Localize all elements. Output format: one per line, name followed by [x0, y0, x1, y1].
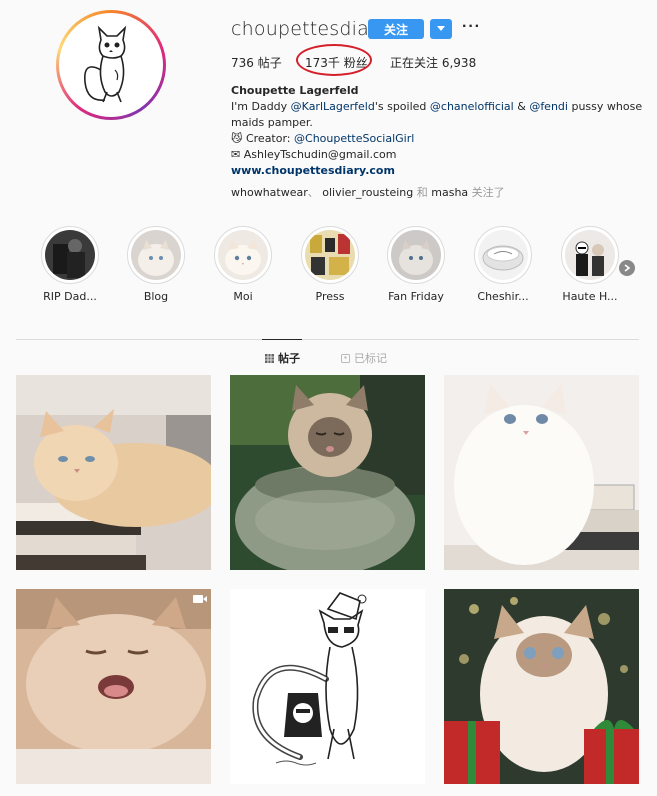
more-options-button[interactable]: ···: [462, 18, 481, 36]
post-thumbnail[interactable]: [230, 589, 425, 784]
highlight-thumbnail: [391, 230, 441, 280]
highlight-rip-dad[interactable]: RIP Dad...: [30, 226, 110, 303]
following-label: 正在关注: [390, 56, 439, 70]
bio-text: &: [513, 100, 530, 113]
bio-text: pussy whose: [567, 100, 643, 113]
and-text: 和: [416, 186, 428, 199]
highlight-thumbnail: [478, 230, 528, 280]
highlight-press[interactable]: Press: [290, 226, 370, 303]
bio-email: ✉ AshleyTschudin@gmail.com: [231, 148, 397, 161]
highlight-label: Press: [315, 290, 345, 303]
separator: 、: [307, 186, 319, 199]
tab-posts[interactable]: 帖子: [265, 350, 300, 366]
posts-stat: 736 帖子: [231, 54, 282, 71]
bio-text: I'm Daddy: [231, 100, 291, 113]
bio-text: 's spoiled: [374, 100, 430, 113]
tab-label: 已标记: [354, 352, 387, 365]
highlight-thumbnail: [565, 230, 615, 280]
mention-link[interactable]: @ChoupetteSocialGirl: [294, 132, 414, 145]
cat-with-gifts-photo: [444, 589, 639, 784]
cat-sketch-icon: [84, 25, 127, 103]
post-thumbnail[interactable]: [444, 589, 639, 784]
posts-count: 736: [231, 56, 254, 70]
profile-full-name: Choupette Lagerfeld: [231, 84, 359, 97]
highlight-thumbnail: [305, 230, 355, 280]
active-tab-indicator: [262, 339, 302, 340]
posts-label: 帖子: [257, 56, 282, 70]
post-thumbnail[interactable]: [444, 375, 639, 570]
tab-tagged[interactable]: 已标记: [341, 350, 387, 366]
cat-in-vase-photo: [230, 375, 425, 570]
highlight-label: Haute H...: [562, 290, 618, 303]
highlight-haute[interactable]: Haute H...: [550, 226, 630, 303]
followed-suffix: 关注了: [471, 186, 505, 199]
caret-down-icon: [437, 26, 445, 31]
mention-link[interactable]: @fendi: [529, 100, 568, 113]
grid-icon: [265, 353, 274, 363]
follower-name: masha: [431, 186, 469, 199]
cat-illustration: [230, 589, 425, 784]
following-stat[interactable]: 正在关注 6,938: [390, 54, 476, 71]
highlight-thumbnail: [131, 230, 181, 280]
yawning-cat-video: [16, 589, 211, 784]
chevron-right-icon: [624, 264, 631, 272]
following-count: 6,938: [441, 56, 477, 70]
suggested-dropdown-button[interactable]: [430, 19, 452, 39]
video-icon: [193, 595, 207, 603]
highlight-blog[interactable]: Blog: [116, 226, 196, 303]
profile-avatar[interactable]: [56, 10, 166, 120]
bio-line-3: 😼 Creator: @ChoupetteSocialGirl: [231, 131, 641, 147]
highlight-label: Moi: [233, 290, 253, 303]
cat-on-books-photo: [16, 375, 211, 570]
bio-text: 😼 Creator:: [231, 132, 295, 145]
white-cat-with-books-photo: [444, 375, 639, 570]
followed-by[interactable]: whowhatwear、 olivier_rousteing 和 masha 关…: [231, 184, 505, 200]
highlight-label: Fan Friday: [388, 290, 444, 303]
highlight-thumbnail: [45, 230, 95, 280]
story-highlights: RIP Dad... Blog Moi Press Fan Friday Che…: [0, 226, 657, 310]
mention-link[interactable]: @chanelofficial: [430, 100, 514, 113]
highlight-label: RIP Dad...: [43, 290, 97, 303]
highlight-label: Cheshir...: [477, 290, 529, 303]
highlight-cheshire[interactable]: Cheshir...: [463, 226, 543, 303]
tag-icon: [341, 353, 350, 363]
highlights-next-button[interactable]: [619, 260, 635, 276]
bio-line-1: I'm Daddy @KarlLagerfeld's spoiled @chan…: [231, 99, 643, 115]
post-thumbnail[interactable]: [230, 375, 425, 570]
follower-name: olivier_rousteing: [322, 186, 414, 199]
annotation-circle: [296, 44, 372, 76]
highlight-fan-friday[interactable]: Fan Friday: [376, 226, 456, 303]
mention-link[interactable]: @KarlLagerfeld: [291, 100, 375, 113]
profile-username: choupettesdiary: [231, 18, 389, 40]
post-thumbnail[interactable]: [16, 375, 211, 570]
profile-bio: Choupette Lagerfeld I'm Daddy @KarlLager…: [231, 83, 643, 179]
highlight-thumbnail: [218, 230, 268, 280]
tabs-divider: [16, 339, 639, 340]
post-thumbnail[interactable]: [16, 589, 211, 784]
highlight-label: Blog: [143, 290, 169, 303]
follow-button[interactable]: 关注: [368, 19, 424, 39]
highlight-moi[interactable]: Moi: [203, 226, 283, 303]
bio-line-2: maids pamper.: [231, 116, 313, 129]
website-link[interactable]: www.choupettesdiary.com: [231, 163, 641, 179]
tab-label: 帖子: [278, 352, 300, 365]
follower-name: whowhatwear: [231, 186, 308, 199]
